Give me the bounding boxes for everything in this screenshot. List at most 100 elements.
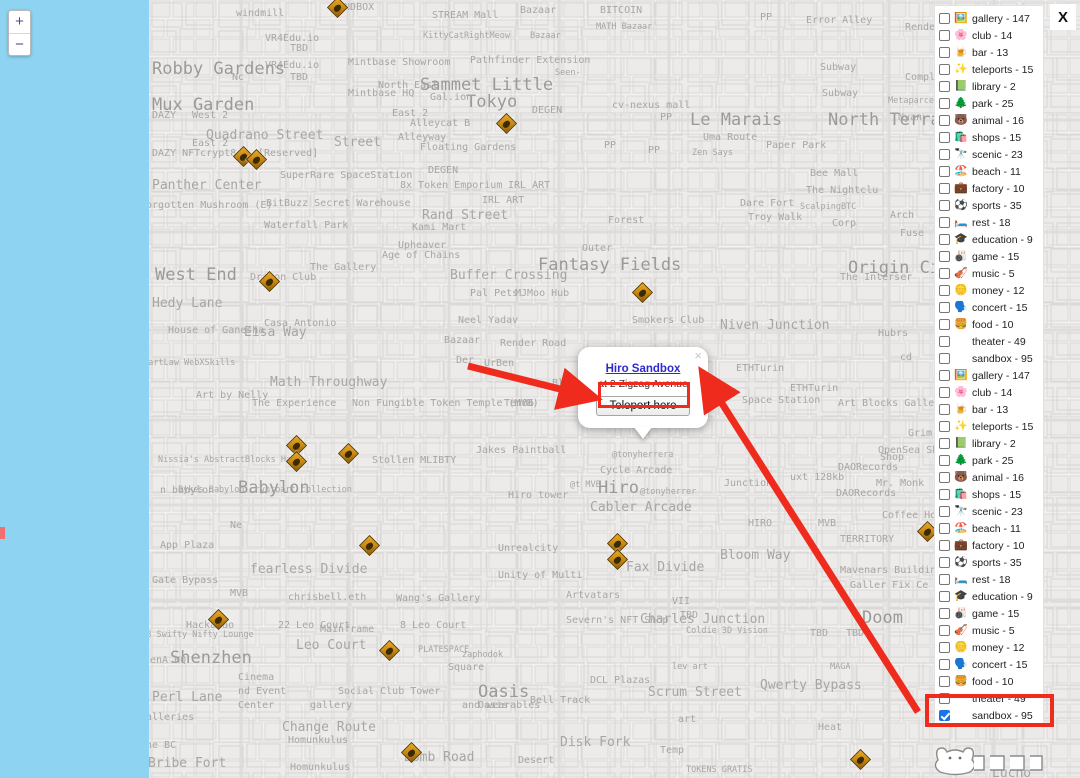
legend-item[interactable]: 🍔 food - 10 <box>935 316 1043 333</box>
category-icon: 🪙 <box>954 284 967 296</box>
legend-item[interactable]: 🐻 animal - 16 <box>935 469 1043 486</box>
legend-item[interactable]: 🛍️ shops - 15 <box>935 486 1043 503</box>
legend-item[interactable]: 🎓 education - 9 <box>935 231 1043 248</box>
legend-item[interactable]: theater - 49 <box>935 690 1043 707</box>
category-icon: 🌸 <box>954 29 967 41</box>
legend-checkbox[interactable] <box>939 557 950 568</box>
legend-checkbox[interactable] <box>939 642 950 653</box>
legend-item[interactable]: 📗 library - 2 <box>935 435 1043 452</box>
legend-checkbox[interactable] <box>939 183 950 194</box>
popup-title-link[interactable]: Hiro Sandbox <box>606 363 681 375</box>
legend-checkbox[interactable] <box>939 149 950 160</box>
legend-item[interactable]: 💼 factory - 10 <box>935 180 1043 197</box>
legend-checkbox[interactable] <box>939 319 950 330</box>
category-legend-panel[interactable]: 🖼️ gallery - 147 🌸 club - 14 🍺 bar - 13 ✨ telep… <box>934 5 1044 727</box>
legend-item[interactable]: 🌲 park - 25 <box>935 95 1043 112</box>
legend-checkbox[interactable] <box>939 251 950 262</box>
teleport-here-button[interactable]: Teleport here <box>596 396 690 416</box>
legend-checkbox[interactable] <box>939 523 950 534</box>
legend-checkbox[interactable] <box>939 217 950 228</box>
legend-checkbox[interactable] <box>939 234 950 245</box>
legend-checkbox[interactable] <box>939 268 950 279</box>
legend-checkbox[interactable] <box>939 336 950 347</box>
legend-item[interactable]: 🐻 animal - 16 <box>935 112 1043 129</box>
legend-item[interactable]: 🛏️ rest - 18 <box>935 214 1043 231</box>
legend-item[interactable]: 🖼️ gallery - 147 <box>935 10 1043 27</box>
legend-item[interactable]: 🍔 food - 10 <box>935 673 1043 690</box>
legend-checkbox[interactable] <box>939 81 950 92</box>
legend-checkbox[interactable] <box>939 47 950 58</box>
legend-item[interactable]: 🪙 money - 12 <box>935 282 1043 299</box>
legend-checkbox[interactable] <box>939 64 950 75</box>
legend-checkbox[interactable] <box>939 353 950 364</box>
legend-item[interactable]: 🪙 money - 12 <box>935 639 1043 656</box>
legend-item-label: concert - 15 <box>972 658 1028 671</box>
legend-checkbox[interactable] <box>939 30 950 41</box>
legend-checkbox[interactable] <box>939 591 950 602</box>
legend-item[interactable]: 🎻 music - 5 <box>935 265 1043 282</box>
legend-item[interactable]: 🛍️ shops - 15 <box>935 129 1043 146</box>
zoom-controls[interactable]: + − <box>8 10 31 56</box>
legend-item-label: beach - 11 <box>972 522 1021 535</box>
close-panel-button[interactable]: X <box>1050 4 1076 30</box>
legend-item[interactable]: 🎓 education - 9 <box>935 588 1043 605</box>
legend-checkbox[interactable] <box>939 302 950 313</box>
legend-checkbox[interactable] <box>939 676 950 687</box>
category-icon: 🍺 <box>954 46 967 58</box>
legend-item[interactable]: ✨ teleports - 15 <box>935 61 1043 78</box>
legend-checkbox[interactable] <box>939 438 950 449</box>
legend-item[interactable]: 🔭 scenic - 23 <box>935 503 1043 520</box>
legend-checkbox[interactable] <box>939 132 950 143</box>
legend-checkbox[interactable] <box>939 540 950 551</box>
legend-item[interactable]: 🎳 game - 15 <box>935 605 1043 622</box>
category-icon: 🏖️ <box>954 522 967 534</box>
legend-item[interactable]: 🔭 scenic - 23 <box>935 146 1043 163</box>
legend-checkbox[interactable] <box>939 710 950 721</box>
legend-item[interactable]: 🏖️ beach - 11 <box>935 520 1043 537</box>
legend-checkbox[interactable] <box>939 659 950 670</box>
legend-item[interactable]: ✨ teleports - 15 <box>935 418 1043 435</box>
legend-checkbox[interactable] <box>939 506 950 517</box>
legend-checkbox[interactable] <box>939 404 950 415</box>
legend-checkbox[interactable] <box>939 472 950 483</box>
legend-checkbox[interactable] <box>939 285 950 296</box>
legend-checkbox[interactable] <box>939 370 950 381</box>
legend-item[interactable]: ⚽ sports - 35 <box>935 197 1043 214</box>
legend-checkbox[interactable] <box>939 625 950 636</box>
legend-item[interactable]: theater - 49 <box>935 333 1043 350</box>
legend-item[interactable]: 🛏️ rest - 18 <box>935 571 1043 588</box>
legend-item[interactable]: 🏖️ beach - 11 <box>935 163 1043 180</box>
legend-item[interactable]: 🌲 park - 25 <box>935 452 1043 469</box>
location-popup[interactable]: × Hiro Sandbox at 2 Zigzag Avenue Telepo… <box>578 347 708 439</box>
legend-checkbox[interactable] <box>939 387 950 398</box>
legend-item[interactable]: 🌸 club - 14 <box>935 27 1043 44</box>
legend-item-label: library - 2 <box>972 437 1016 450</box>
legend-item[interactable]: sandbox - 95 <box>935 707 1043 724</box>
legend-item[interactable]: 🌸 club - 14 <box>935 384 1043 401</box>
legend-checkbox[interactable] <box>939 200 950 211</box>
legend-checkbox[interactable] <box>939 421 950 432</box>
legend-checkbox[interactable] <box>939 166 950 177</box>
legend-item[interactable]: 🗣️ concert - 15 <box>935 299 1043 316</box>
legend-item[interactable]: ⚽ sports - 35 <box>935 554 1043 571</box>
popup-close-icon[interactable]: × <box>694 349 702 362</box>
legend-checkbox[interactable] <box>939 574 950 585</box>
legend-item[interactable]: sandbox - 95 <box>935 350 1043 367</box>
legend-checkbox[interactable] <box>939 489 950 500</box>
legend-checkbox[interactable] <box>939 608 950 619</box>
legend-item[interactable]: 💼 factory - 10 <box>935 537 1043 554</box>
legend-item[interactable]: 🍺 bar - 13 <box>935 44 1043 61</box>
legend-checkbox[interactable] <box>939 455 950 466</box>
legend-item[interactable]: 🎳 game - 15 <box>935 248 1043 265</box>
legend-checkbox[interactable] <box>939 13 950 24</box>
legend-checkbox[interactable] <box>939 115 950 126</box>
legend-item[interactable]: 🖼️ gallery - 147 <box>935 367 1043 384</box>
legend-item[interactable]: 🎻 music - 5 <box>935 622 1043 639</box>
legend-item[interactable]: 📗 library - 2 <box>935 78 1043 95</box>
legend-checkbox[interactable] <box>939 98 950 109</box>
legend-checkbox[interactable] <box>939 693 950 704</box>
legend-item[interactable]: 🍺 bar - 13 <box>935 401 1043 418</box>
zoom-in-button[interactable]: + <box>9 11 30 33</box>
legend-item[interactable]: 🗣️ concert - 15 <box>935 656 1043 673</box>
zoom-out-button[interactable]: − <box>9 33 30 55</box>
